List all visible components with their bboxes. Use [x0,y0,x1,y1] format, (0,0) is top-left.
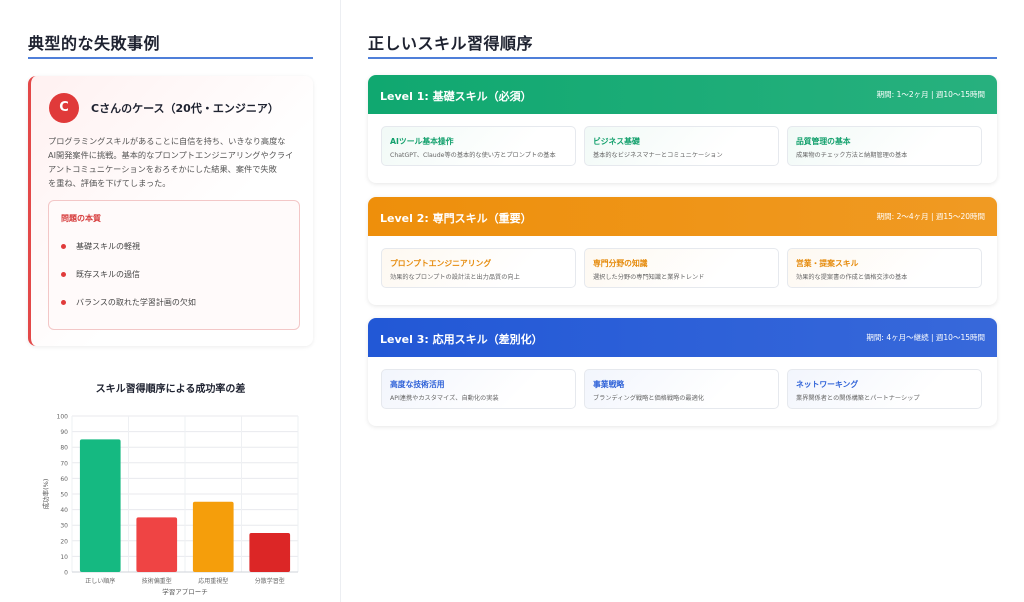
skill-card: 専門分野の知識選択した分野の専門知識と業界トレンド [584,248,779,288]
skill-card: ビジネス基礎基本的なビジネスマナーとコミュニケーション [584,126,779,166]
skill-card: プロンプトエンジニアリング効果的なプロンプトの設計法と出力品質の向上 [381,248,576,288]
bar-4 [249,533,291,572]
skill-name: 高度な技術活用 [390,380,445,389]
skill-description: ChatGPT、Claude等の基本的な使い方とプロンプトの基本 [390,152,556,159]
x-tick-label: 正しい順序 [85,577,115,585]
skill-description: 基本的なビジネスマナーとコミュニケーション [593,152,723,159]
success-rate-chart-card: スキル習得順序による成功率の差 0 10 20 30 40 50 60 70 80 90 100 正し… [28,368,313,602]
y-tick-label: 10 [60,554,68,561]
x-tick-label: 分散学習型 [255,577,285,585]
skill-name: AIツール基本操作 [390,137,454,146]
case-description: プログラミングスキルがあることに自信を持ち、いきなり高度な AI開発案件に挑戦。… [48,134,303,190]
level-name: Level 2: 専門スキル（重要） [380,212,532,225]
skill-name: プロンプトエンジニアリング [390,259,492,268]
skill-card: ネットワーキング業界関係者との関係構築とパートナーシップ [787,369,982,409]
level-header: Level 1: 基礎スキル（必須） 期間: 1〜2ヶ月 | 週10〜15時間 [368,75,997,114]
level-name: Level 1: 基礎スキル（必須） [380,90,532,103]
avatar: C [49,93,79,123]
y-axis-label: 成功率(%) [41,479,50,510]
skill-name: 事業戦略 [593,380,625,389]
skill-card: AIツール基本操作 ChatGPT、Claude等の基本的な使い方とプロンプトの基… [381,126,576,166]
issue-item: バランスの取れた学習計画の欠如 [61,297,196,308]
skill-name: 品質管理の基本 [796,137,851,146]
case-card: C Cさんのケース（20代・エンジニア） プログラミングスキルがあることに自信を… [28,76,313,346]
level-name: Level 3: 応用スキル（差別化） [380,333,543,346]
bullet-dot-icon [61,300,66,305]
y-tick-label: 80 [60,445,68,452]
skill-description: 効果的な提案書の作成と価格交渉の基本 [796,274,908,281]
issue-text: 基礎スキルの軽視 [76,242,140,251]
x-tick-label: 技術偏重型 [142,577,172,585]
skill-card: 営業・提案スキル効果的な提案書の作成と価格交渉の基本 [787,248,982,288]
level-body: プロンプトエンジニアリング 効果的なプロンプトの設計法と出力品質の向上 専門分野の知… [368,236,997,305]
y-tick-label: 0 [64,570,68,577]
case-description-line: を重ね、評価を下げてしまった。 [48,178,171,188]
issue-text: バランスの取れた学習計画の欠如 [76,298,196,307]
x-tick-label: 応用重視型 [198,577,228,585]
level-header: Level 2: 専門スキル（重要） 期間: 2〜4ヶ月 | 週15〜20時間 [368,197,997,236]
skill-order-panel: 正しいスキル習得順序 Level 1: 基礎スキル（必須） 期間: 1〜2ヶ月 |… [341,0,1024,602]
level-body: AIツール基本操作 ChatGPT、Claude等の基本的な使い方とプロンプトの基… [368,114,997,183]
skill-description: ブランディング戦略と価格戦略の最適化 [593,395,704,402]
level-period: 期間: 2〜4ヶ月 | 週15〜20時間 [876,212,985,221]
level-period: 期間: 1〜2ヶ月 | 週10〜15時間 [876,90,985,99]
y-tick-label: 30 [60,523,68,530]
bullet-dot-icon [61,272,66,277]
issue-box: 問題の本質 基礎スキルの軽視 既存スキルの過信 バランスの取れた学習計画の欠如 [48,200,300,330]
bar-1 [79,439,121,572]
y-tick-label: 50 [60,492,68,499]
level-card-2: Level 2: 専門スキル（重要） 期間: 2〜4ヶ月 | 週15〜20時間プロ… [368,197,997,305]
bar-2 [136,517,178,572]
y-tick-label: 20 [60,538,68,545]
case-description-line: プログラミングスキルがあることに自信を持ち、いきなり高度な [48,136,286,146]
skill-order-section-title: 正しいスキル習得順序 [368,34,534,53]
skill-card: 高度な技術活用 API連携やカスタマイズ、自動化の実装 [381,369,576,409]
level-header: Level 3: 応用スキル（差別化） 期間: 4ヶ月〜継続 | 週10〜15時間 [368,318,997,357]
skill-card: 事業戦略ブランディング戦略と価格戦略の最適化 [584,369,779,409]
case-title: Cさんのケース（20代・エンジニア） [91,102,279,115]
skill-card: 品質管理の基本成果物のチェック方法と納期管理の基本 [787,126,982,166]
issue-text: 既存スキルの過信 [76,270,140,279]
x-axis-label: 学習アプローチ [162,587,208,596]
issue-title: 問題の本質 [61,214,101,223]
skill-name: 専門分野の知識 [593,259,648,268]
y-tick-label: 40 [60,507,68,514]
skill-description: API連携やカスタマイズ、自動化の実装 [390,395,499,402]
skill-name: 営業・提案スキル [796,259,859,268]
skill-name: ネットワーキング [796,380,859,389]
bullet-dot-icon [61,244,66,249]
level-card-1: Level 1: 基礎スキル（必須） 期間: 1〜2ヶ月 | 週10〜15時間 AI… [368,75,997,183]
y-tick-label: 90 [60,429,68,436]
failure-section-rule [28,57,313,59]
success-rate-chart: 0 10 20 30 40 50 60 70 80 90 100 正しい順序 技術偏重型 応用重視型 分散学… [41,414,299,596]
y-tick-label: 60 [60,476,68,483]
failure-case-panel: 典型的な失敗事例 C Cさんのケース（20代・エンジニア） プログラミングスキル… [0,0,341,602]
y-tick-label: 70 [60,460,68,467]
level-period: 期間: 4ヶ月〜継続 | 週10〜15時間 [866,333,985,342]
skill-description: 業界関係者との関係構築とパートナーシップ [796,395,920,402]
bar-3 [192,501,234,572]
issue-item: 基礎スキルの軽視 [61,241,140,252]
skill-description: 選択した分野の専門知識と業界トレンド [593,274,705,281]
skill-name: ビジネス基礎 [593,137,640,146]
failure-section-title: 典型的な失敗事例 [28,34,161,53]
issue-item: 既存スキルの過信 [61,269,140,280]
case-description-line: AI開発案件に挑戦。基本的なプロンプトエンジニアリングやクライ [48,150,294,160]
skill-order-section-rule [368,57,997,59]
level-body: 高度な技術活用 API連携やカスタマイズ、自動化の実装 事業戦略ブランディング戦略と… [368,357,997,426]
case-description-line: アントコミュニケーションをおろそかにした結果、案件で失敗 [48,164,277,174]
y-tick-label: 100 [57,414,69,421]
skill-description: 効果的なプロンプトの設計法と出力品質の向上 [390,274,520,281]
level-card-3: Level 3: 応用スキル（差別化） 期間: 4ヶ月〜継続 | 週10〜15時間… [368,318,997,426]
skill-description: 成果物のチェック方法と納期管理の基本 [796,152,908,159]
